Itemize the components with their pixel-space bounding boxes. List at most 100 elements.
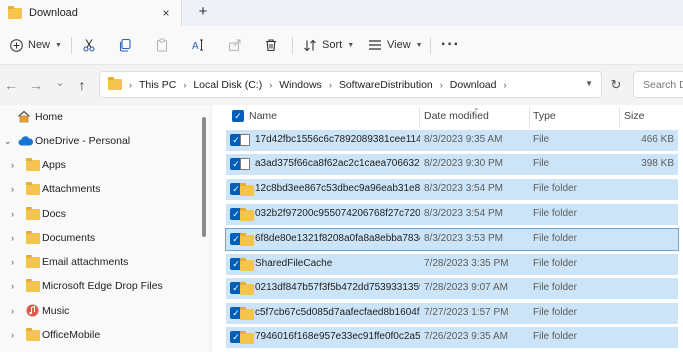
chevron-right-icon[interactable]: ›: [11, 306, 14, 316]
file-row[interactable]: ✓ 17d42fbc1556c6c7892089381cee1143... 8/…: [226, 130, 678, 151]
file-list: ✓ Name ⌄ Date modified Type Size ✓ 17d42…: [212, 103, 683, 352]
svg-text:A: A: [192, 41, 199, 52]
plus-circle-icon: [10, 38, 23, 52]
sidebar-item-attachments[interactable]: › Attachments: [0, 178, 200, 200]
paste-button[interactable]: [155, 36, 169, 54]
chevron-right-icon[interactable]: ›: [11, 257, 14, 267]
sidebar-item-onedrive[interactable]: ⌄ OneDrive - Personal: [0, 130, 200, 152]
address-row: ← → ⌄ ↑ › This PC › Local Disk (C:) › Wi…: [0, 65, 683, 105]
new-tab-button[interactable]: +: [195, 4, 211, 20]
chevron-right-icon[interactable]: ›: [11, 233, 14, 243]
more-options-button[interactable]: ···: [441, 36, 460, 54]
column-divider[interactable]: [419, 107, 420, 127]
folder-icon: [26, 207, 40, 220]
folder-icon: [240, 183, 254, 196]
chevron-right-icon[interactable]: ›: [11, 330, 14, 340]
trash-icon: [266, 39, 276, 52]
close-tab-icon[interactable]: ×: [159, 6, 173, 20]
clipboard-icon: [156, 38, 168, 52]
folder-icon: [26, 328, 40, 341]
copy-button[interactable]: [118, 36, 132, 54]
folder-icon: [26, 255, 40, 268]
delete-button[interactable]: [264, 36, 278, 54]
address-bar[interactable]: › This PC › Local Disk (C:) › Windows › …: [99, 71, 602, 98]
file-row[interactable]: ✓ SharedFileCache 7/28/2023 3:35 PM File…: [226, 254, 678, 275]
up-button[interactable]: ↑: [74, 77, 90, 93]
breadcrumb-separator: ›: [129, 79, 132, 90]
sidebar-item-edge-drop-files[interactable]: › Microsoft Edge Drop Files: [0, 275, 200, 297]
file-row[interactable]: ✓ 7946016f168e957e33ec91ffe0f0c2a5 7/26/…: [226, 327, 678, 348]
file-size: 466 KB: [641, 134, 674, 145]
new-button[interactable]: New ▼: [10, 36, 62, 54]
folder-icon: [240, 282, 254, 295]
breadcrumb-softwaredistribution[interactable]: SoftwareDistribution: [339, 79, 433, 91]
view-button[interactable]: View ▼: [368, 36, 423, 54]
sidebar-item-music[interactable]: › Music: [0, 300, 200, 322]
new-label: New: [28, 39, 51, 51]
column-header-size[interactable]: Size: [624, 110, 644, 122]
sidebar-item-documents[interactable]: › Documents: [0, 227, 200, 249]
sidebar-item-home[interactable]: Home: [0, 106, 200, 128]
column-header-date-modified[interactable]: Date modified: [424, 110, 489, 122]
column-header-type[interactable]: Type: [533, 110, 556, 122]
chevron-right-icon[interactable]: ›: [11, 209, 14, 219]
file-size: 398 KB: [641, 158, 674, 169]
column-header-name[interactable]: Name: [249, 110, 277, 122]
breadcrumb-windows[interactable]: Windows: [279, 79, 322, 91]
chevron-down-icon: ▼: [55, 41, 62, 49]
select-all-checkbox[interactable]: ✓: [232, 110, 244, 122]
file-row[interactable]: ✓ 12c8bd3ee867c53dbec9a96eab31e81a 8/3/2…: [226, 179, 678, 200]
share-icon: [228, 39, 241, 52]
back-button[interactable]: ←: [3, 77, 19, 93]
sidebar-item-label: Apps: [42, 159, 66, 171]
sidebar-item-officemobile[interactable]: › OfficeMobile: [0, 324, 200, 346]
divider: [71, 37, 72, 54]
chevron-down-icon[interactable]: ⌄: [4, 136, 12, 147]
file-date: 7/28/2023 9:07 AM: [424, 282, 508, 293]
column-divider[interactable]: [529, 107, 530, 127]
file-row[interactable]: ✓ 6f8de80e1321f8208a0fa8a8ebba783d 8/3/2…: [225, 228, 679, 251]
file-icon: [240, 134, 250, 146]
share-button[interactable]: [228, 36, 242, 54]
chevron-right-icon[interactable]: ›: [11, 184, 14, 194]
file-icon: [240, 158, 250, 170]
breadcrumb-local-disk[interactable]: Local Disk (C:): [193, 79, 262, 91]
navigation-pane: Home ⌄ OneDrive - Personal › Apps › Atta…: [0, 105, 210, 352]
sidebar-item-docs[interactable]: › Docs: [0, 203, 200, 225]
breadcrumb-separator: ›: [269, 79, 273, 90]
chevron-right-icon[interactable]: ›: [11, 160, 14, 170]
navigation-pane-scrollbar[interactable]: [202, 117, 206, 237]
cloud-icon: [18, 136, 33, 146]
file-row[interactable]: ✓ a3ad375f66ca8f62ac2c1caea706632e... 8/…: [226, 154, 678, 175]
home-icon: [18, 110, 30, 123]
file-name: 17d42fbc1556c6c7892089381cee1143...: [255, 134, 420, 145]
breadcrumb-this-pc[interactable]: This PC: [139, 79, 176, 91]
sidebar-item-email-attachments[interactable]: › Email attachments: [0, 251, 200, 273]
folder-icon: [108, 77, 122, 90]
chevron-right-icon[interactable]: ›: [11, 281, 14, 291]
column-divider[interactable]: [619, 107, 620, 127]
breadcrumb-download[interactable]: Download: [450, 79, 497, 91]
file-name: 0213df847b57f3f5b472dd7539331359: [255, 282, 420, 293]
file-row[interactable]: ✓ c5f7cb67c5d085d7aafecfaed8b1604f 7/27/…: [226, 303, 678, 324]
folder-icon: [8, 5, 22, 19]
search-placeholder: Search Do: [643, 79, 683, 91]
breadcrumb-separator: ›: [183, 79, 187, 90]
folder-icon: [240, 233, 254, 246]
search-input[interactable]: Search Do: [633, 71, 683, 98]
sidebar-item-apps[interactable]: › Apps: [0, 154, 200, 176]
folder-icon: [26, 279, 40, 292]
column-header-row: ✓ Name ⌄ Date modified Type Size: [212, 103, 683, 129]
address-dropdown-icon[interactable]: ▼: [585, 79, 593, 88]
rename-button[interactable]: A: [191, 36, 205, 54]
file-row[interactable]: ✓ 0213df847b57f3f5b472dd7539331359 7/28/…: [226, 278, 678, 299]
file-row[interactable]: ✓ 032b2f97200c955074206768f27c720e 8/3/2…: [226, 204, 678, 225]
tab-download[interactable]: Download ×: [0, 0, 182, 26]
forward-button[interactable]: →: [28, 77, 44, 93]
recent-locations-button[interactable]: ⌄: [52, 75, 68, 91]
cut-button[interactable]: [82, 36, 96, 54]
refresh-button[interactable]: ↻: [606, 75, 626, 95]
sidebar-item-label: OneDrive - Personal: [35, 135, 131, 147]
file-date: 7/27/2023 1:57 PM: [424, 307, 509, 318]
sort-button[interactable]: Sort ▼: [303, 36, 354, 54]
